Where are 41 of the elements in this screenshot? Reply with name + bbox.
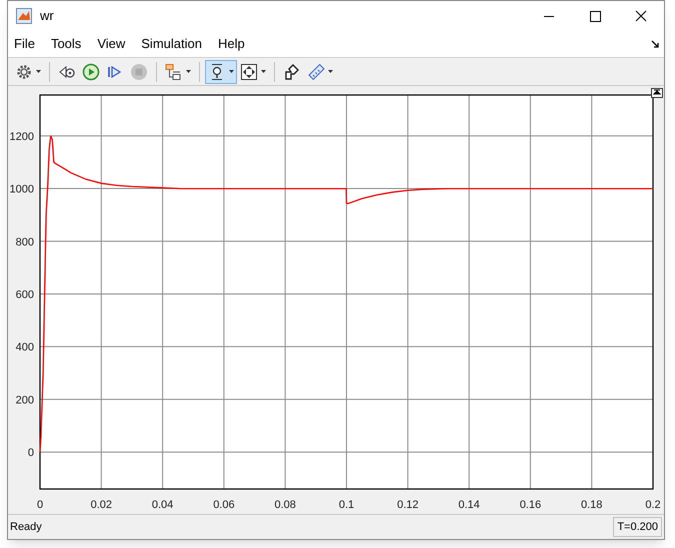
highlight-icon (283, 62, 301, 80)
x-tick-label: 0.02 (90, 499, 112, 511)
caret-icon (186, 70, 191, 73)
x-tick-label: 0 (36, 499, 44, 511)
menu-item[interactable]: View (97, 34, 126, 54)
stop-icon (130, 62, 148, 80)
caret-icon (328, 70, 333, 73)
window-title: wr (40, 7, 54, 26)
fit-to-view-icon (240, 62, 258, 80)
status-text: Ready (10, 520, 42, 535)
y-tick-label: 800 (16, 236, 34, 248)
caret-icon (261, 70, 266, 73)
play-icon (82, 62, 100, 80)
block-diagram-icon (165, 62, 183, 80)
undock-icon[interactable] (651, 40, 660, 48)
x-tick-label: 0.16 (520, 499, 542, 511)
settings-icon (15, 62, 33, 80)
x-tick-label: 0.12 (397, 499, 418, 511)
x-tick-label: 0.1 (338, 499, 354, 511)
x-tick-label: 0.04 (152, 499, 174, 511)
y-tick-label: 200 (16, 394, 34, 406)
caret-icon (229, 70, 234, 73)
y-tick-label: 1200 (10, 130, 34, 143)
menu-item[interactable]: Simulation (141, 34, 202, 54)
x-tick-label: 0.06 (213, 499, 235, 511)
x-tick-label: 0.14 (458, 499, 480, 511)
y-tick-label: 0 (28, 447, 34, 460)
caret-icon (36, 70, 41, 73)
menu-item[interactable]: File (14, 34, 35, 54)
menu-item[interactable]: Help (218, 34, 245, 54)
y-tick-label: 400 (16, 342, 34, 354)
zoom-button[interactable] (205, 60, 237, 84)
simulation-time: T=0.200 (613, 516, 662, 538)
y-tick-label: 1000 (10, 184, 34, 196)
app-icon (16, 8, 32, 24)
x-tick-label: 0.08 (274, 499, 296, 511)
autoscale-icon[interactable] (651, 88, 663, 98)
x-tick-label: 0.18 (581, 499, 602, 511)
y-tick-label: 600 (16, 288, 34, 301)
menu-item[interactable]: Tools (50, 34, 82, 54)
x-tick-label: 0.2 (645, 499, 661, 511)
